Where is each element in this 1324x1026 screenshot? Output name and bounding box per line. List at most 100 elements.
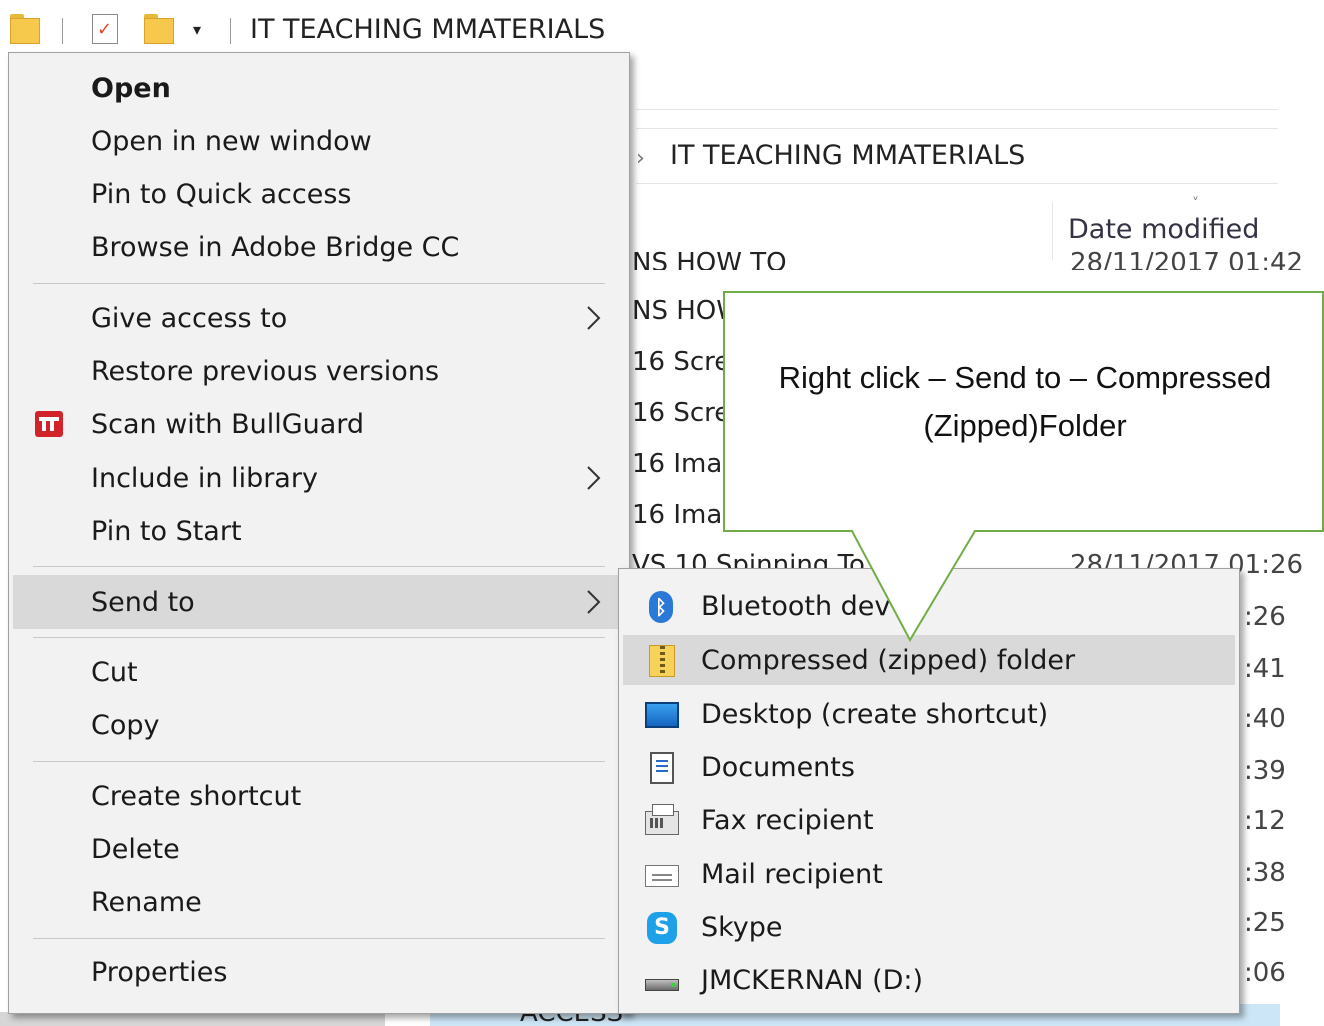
menu-item-create-shortcut[interactable]: Create shortcut: [13, 771, 625, 821]
menu-item-pin-quick-access[interactable]: Pin to Quick access: [13, 169, 625, 219]
sort-chevron-icon: ˅: [1192, 196, 1199, 212]
send-to-item-drive-d[interactable]: JMCKERNAN (D:): [623, 955, 1235, 1005]
file-row-name[interactable]: 16 Imag: [632, 500, 739, 530]
menu-item-label: Pin to Start: [91, 516, 242, 547]
file-row-date-fragment: :12: [1244, 806, 1286, 836]
menu-item-label: Copy: [91, 710, 160, 741]
ribbon-divider: [636, 109, 1278, 110]
menu-item-browse-adobe-bridge[interactable]: Browse in Adobe Bridge CC: [13, 222, 625, 272]
menu-item-label: Restore previous versions: [91, 356, 440, 387]
file-row-name[interactable]: NS HOW TO: [632, 248, 787, 270]
menu-separator: [33, 761, 605, 762]
file-row-date-fragment: :25: [1244, 908, 1286, 938]
menu-separator: [33, 637, 605, 638]
menu-separator: [33, 283, 605, 284]
menu-item-cut[interactable]: Cut: [13, 647, 625, 697]
send-to-item-mail[interactable]: Mail recipient: [623, 849, 1235, 899]
file-row-date-fragment: :41: [1244, 654, 1286, 684]
zip-folder-icon: [649, 645, 675, 677]
send-to-item-documents[interactable]: Documents: [623, 742, 1235, 792]
fax-icon: [645, 804, 679, 835]
callout-text: Right click – Send to – Compressed (Zipp…: [726, 354, 1324, 450]
menu-item-delete[interactable]: Delete: [13, 824, 625, 874]
horizontal-scrollbar[interactable]: [0, 1012, 385, 1026]
drive-icon: [645, 979, 679, 991]
send-to-item-bluetooth[interactable]: ᛒ Bluetooth dev: [623, 581, 1235, 631]
ribbon-divider: [636, 128, 1278, 129]
menu-item-properties[interactable]: Properties: [13, 947, 625, 997]
menu-item-label: Open in new window: [91, 126, 372, 157]
context-menu: Open Open in new window Pin to Quick acc…: [8, 52, 630, 1014]
send-to-item-label: Compressed (zipped) folder: [701, 645, 1076, 676]
menu-item-label: Rename: [91, 887, 202, 918]
callout-line: Right click – Send to – Compressed: [778, 360, 1272, 395]
chevron-right-icon: [587, 466, 601, 490]
chevron-right-icon: [587, 306, 601, 330]
window-title: IT TEACHING MMATERIALS: [250, 14, 606, 45]
send-to-item-label: Mail recipient: [701, 859, 883, 890]
menu-separator: [33, 938, 605, 939]
menu-item-scan-bullguard[interactable]: Scan with BullGuard: [13, 399, 625, 449]
file-row-name[interactable]: 16 Scre: [632, 398, 730, 428]
bullguard-icon: [35, 411, 63, 437]
file-row-name[interactable]: NS HOW: [632, 296, 742, 326]
menu-item-rename[interactable]: Rename: [13, 877, 625, 927]
menu-item-send-to[interactable]: Send to: [13, 575, 625, 629]
quick-access-dropdown-icon[interactable]: ▾: [193, 20, 201, 39]
menu-item-label: Give access to: [91, 303, 288, 334]
send-to-item-label: Skype: [701, 912, 783, 943]
send-to-submenu: ᛒ Bluetooth dev Compressed (zipped) fold…: [618, 568, 1240, 1014]
menu-item-include-library[interactable]: Include in library: [13, 453, 625, 503]
menu-item-open[interactable]: Open: [13, 63, 625, 113]
file-row-date-fragment: :38: [1244, 858, 1286, 888]
bluetooth-icon: ᛒ: [649, 591, 673, 623]
column-header-date-modified[interactable]: Date modified: [1068, 214, 1259, 245]
properties-icon[interactable]: ✓: [92, 14, 118, 44]
send-to-item-label: Fax recipient: [701, 805, 874, 836]
send-to-item-label: Documents: [701, 752, 855, 783]
send-to-item-skype[interactable]: S Skype: [623, 902, 1235, 952]
menu-item-label: Cut: [91, 657, 138, 688]
file-row-date-fragment: :06: [1244, 958, 1286, 988]
address-bar-divider: [636, 183, 1278, 184]
send-to-item-label: JMCKERNAN (D:): [701, 965, 924, 996]
menu-item-label: Scan with BullGuard: [91, 409, 365, 440]
menu-item-label: Properties: [91, 957, 228, 988]
desktop-icon: [645, 702, 679, 728]
menu-item-label: Create shortcut: [91, 781, 302, 812]
documents-icon: [650, 752, 674, 784]
callout-line: (Zipped)Folder: [923, 408, 1127, 443]
toolbar-separator: [62, 18, 63, 44]
send-to-item-fax[interactable]: Fax recipient: [623, 795, 1235, 845]
file-row-date-fragment: :40: [1244, 704, 1286, 734]
send-to-item-compressed-folder[interactable]: Compressed (zipped) folder: [623, 635, 1235, 685]
menu-item-label: Open: [91, 73, 171, 104]
menu-item-label: Delete: [91, 834, 180, 865]
menu-item-label: Browse in Adobe Bridge CC: [91, 232, 460, 263]
file-row-name[interactable]: VS 10 Spinning To: [632, 550, 865, 570]
file-row-date: 28/11/2017 01:42: [1070, 248, 1304, 270]
file-row-name[interactable]: 16 Scre: [632, 347, 730, 377]
file-row-date-fragment: :26: [1244, 602, 1286, 632]
file-row-name[interactable]: 16 Imag: [632, 449, 739, 479]
breadcrumb-current-folder[interactable]: IT TEACHING MMATERIALS: [670, 140, 1025, 171]
new-folder-icon[interactable]: [144, 14, 174, 44]
skype-icon: S: [647, 912, 677, 944]
menu-item-give-access[interactable]: Give access to: [13, 293, 625, 343]
title-bar: ✓ ▾ IT TEACHING MMATERIALS: [0, 0, 1324, 56]
menu-item-restore-previous[interactable]: Restore previous versions: [13, 346, 625, 396]
menu-item-open-new-window[interactable]: Open in new window: [13, 116, 625, 166]
menu-item-label: Send to: [91, 587, 195, 618]
breadcrumb-chevron-icon[interactable]: ›: [636, 146, 645, 171]
send-to-item-desktop[interactable]: Desktop (create shortcut): [623, 689, 1235, 739]
menu-item-label: Pin to Quick access: [91, 179, 352, 210]
mail-icon: [645, 865, 679, 887]
column-divider[interactable]: [1052, 202, 1053, 260]
menu-separator: [33, 566, 605, 567]
file-row-date-fragment: :39: [1244, 756, 1286, 786]
menu-item-pin-start[interactable]: Pin to Start: [13, 506, 625, 556]
folder-icon[interactable]: [10, 14, 40, 44]
chevron-right-icon: [587, 590, 601, 614]
send-to-item-label: Bluetooth dev: [701, 591, 891, 622]
menu-item-copy[interactable]: Copy: [13, 700, 625, 750]
